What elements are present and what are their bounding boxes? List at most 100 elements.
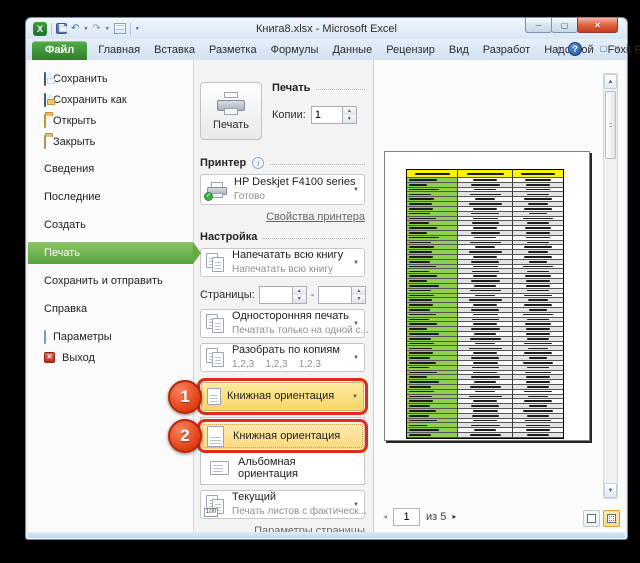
spinner-down-icon[interactable]: ▼ (352, 295, 365, 303)
show-margins-button[interactable] (583, 510, 600, 527)
scaling-dropdown[interactable]: 100 Текущий Печать листов с фактическ...… (200, 490, 365, 519)
ribbon-tab-разметка[interactable]: Разметка (202, 41, 264, 60)
ribbon-tab-формулы[interactable]: Формулы (264, 41, 326, 60)
workbook-minimize-icon[interactable]: ─ (588, 45, 594, 53)
cell-text-bar (409, 246, 434, 248)
minimize-button[interactable]: ─ (525, 18, 552, 33)
sidebar-command-параметры[interactable]: Параметры (28, 326, 193, 347)
ribbon-tab-разработ[interactable]: Разработ (476, 41, 537, 60)
sidebar-item-создать[interactable]: Создать (28, 214, 193, 236)
preview-scrollbar[interactable]: ▲ ▼ (603, 73, 618, 499)
cell-text-bar (524, 198, 551, 200)
spinner-up-icon[interactable]: ▲ (352, 287, 365, 295)
sides-subtitle: Печатать только на одной с... (232, 325, 369, 336)
scroll-up-icon[interactable]: ▲ (604, 74, 617, 89)
print-button[interactable]: Печать (200, 82, 262, 140)
sidebar-command-открыть[interactable]: Открыть (28, 110, 193, 131)
chevron-down-icon[interactable]: ▼ (353, 260, 359, 266)
section-print: Печать (272, 82, 365, 94)
sidebar-command-закрыть[interactable]: Закрыть (28, 131, 193, 152)
ribbon-tab-главная[interactable]: Главная (91, 41, 147, 60)
current-page-input[interactable] (393, 508, 420, 526)
customize-qat-icon[interactable]: ▼ (135, 26, 140, 32)
cell-text-bar (409, 256, 433, 258)
next-page-icon[interactable]: ▸ (452, 513, 456, 521)
spinner-down-icon[interactable]: ▼ (293, 295, 306, 303)
prev-page-icon[interactable]: ◂ (383, 513, 387, 521)
maximize-button[interactable]: ▢ (551, 18, 578, 33)
sides-title: Односторонняя печать (232, 310, 349, 322)
cell-text-bar (527, 367, 549, 369)
printer-dropdown[interactable]: ✓ HP Deskjet F4100 series Готово ▼ (200, 174, 365, 205)
copies-stepper: ▲ ▼ (311, 106, 357, 124)
chevron-down-icon[interactable]: ▼ (353, 321, 359, 327)
ribbon-tab-вид[interactable]: Вид (442, 41, 476, 60)
cell-text-bar (409, 362, 436, 364)
print-what-dropdown[interactable]: Напечатать всю книгу Напечатать всю книг… (200, 248, 365, 277)
print-preview-pane: ▲ ▼ ◂ из 5 ▸ (374, 60, 625, 532)
sidebar-item-последние[interactable]: Последние (28, 186, 193, 208)
print-preview-icon[interactable] (114, 23, 126, 34)
collapse-ribbon-icon[interactable]: ∧ (556, 45, 562, 53)
sidebar-command-выход[interactable]: ✕Выход (28, 347, 193, 368)
cell-text-bar (409, 179, 437, 181)
spinner-down-icon[interactable]: ▼ (343, 115, 356, 123)
chevron-down-icon[interactable]: ▼ (353, 502, 359, 508)
sidebar-item-печать[interactable]: Печать (28, 242, 193, 264)
chevron-down-icon[interactable]: ▼ (352, 394, 358, 400)
options-icon (44, 331, 46, 343)
redo-icon[interactable]: ↷ (92, 24, 100, 34)
cell-text-bar (524, 343, 551, 345)
pages-from-input[interactable] (259, 286, 293, 304)
orientation-dropdown[interactable]: Книжная ориентация ▼ (201, 382, 364, 411)
scroll-down-icon[interactable]: ▼ (604, 483, 617, 498)
ribbon-tab-файл[interactable]: Файл (32, 41, 87, 60)
cell-text-bar (469, 203, 502, 205)
scrollbar-thumb[interactable] (605, 91, 616, 159)
sidebar-item-справка[interactable]: Справка (28, 298, 193, 320)
zoom-to-page-button[interactable] (603, 510, 620, 527)
printer-properties-link[interactable]: Свойства принтера (200, 211, 365, 223)
chevron-down-icon[interactable]: ▼ (353, 355, 359, 361)
sidebar-command-сохранить[interactable]: Сохранить (28, 68, 193, 89)
undo-dropdown-icon[interactable]: ▼ (83, 26, 88, 32)
cell-text-bar (526, 237, 551, 239)
sidebar-command-сохранить-как[interactable]: Сохранить как (28, 89, 193, 110)
undo-icon[interactable]: ↶ (71, 24, 79, 34)
close-button[interactable]: ✕ (577, 18, 618, 33)
save-icon[interactable] (56, 23, 67, 34)
chevron-down-icon[interactable]: ▼ (353, 187, 359, 193)
cell-text-bar (527, 338, 549, 340)
cell-text-bar (409, 367, 429, 369)
cell-text-bar (409, 227, 437, 229)
menu-item-landscape[interactable]: Альбомная ориентация (204, 455, 361, 481)
pages-to-input[interactable] (318, 286, 352, 304)
workbook-restore-icon[interactable]: ▢ (600, 45, 608, 53)
help-icon[interactable]: ? (568, 42, 582, 56)
save-as-icon (44, 94, 46, 106)
cell-text-bar (474, 333, 496, 335)
preview-zoom-buttons (583, 510, 620, 527)
ribbon-tab-рецензир[interactable]: Рецензир (379, 41, 442, 60)
cell-text-bar (526, 381, 551, 383)
cell-text-bar (474, 381, 496, 383)
spinner-up-icon[interactable]: ▲ (293, 287, 306, 295)
sidebar-command-сохранить-label: Сохранить (53, 73, 108, 85)
pages-row: Страницы: ▲ ▼ - ▲ ▼ (200, 286, 365, 304)
redo-dropdown-icon[interactable]: ▼ (105, 26, 110, 32)
workbook-close-icon[interactable]: ✕ (613, 45, 620, 53)
sidebar-item-сохранить-и-отправить[interactable]: Сохранить и отправить (28, 270, 193, 292)
collate-dropdown[interactable]: Разобрать по копиям 1,2,3 1,2,3 1,2,3 ▼ (200, 343, 365, 372)
sides-dropdown[interactable]: Односторонняя печать Печатать только на … (200, 309, 365, 338)
ribbon-tab-вставка[interactable]: Вставка (147, 41, 202, 60)
ribbon-tab-данные[interactable]: Данные (325, 41, 379, 60)
sidebar-item-сведения[interactable]: Сведения (28, 158, 193, 180)
info-icon[interactable]: i (252, 157, 264, 169)
header-cell (407, 170, 458, 178)
cell-text-bar (474, 189, 496, 191)
excel-logo-icon[interactable]: X (33, 22, 47, 36)
menu-item-portrait[interactable]: Книжная ориентация (201, 423, 364, 449)
copies-input[interactable] (311, 106, 343, 124)
sidebar-commands: Сохранить Сохранить какОткрытьЗакрыть (28, 68, 193, 152)
spinner-up-icon[interactable]: ▲ (343, 107, 356, 115)
